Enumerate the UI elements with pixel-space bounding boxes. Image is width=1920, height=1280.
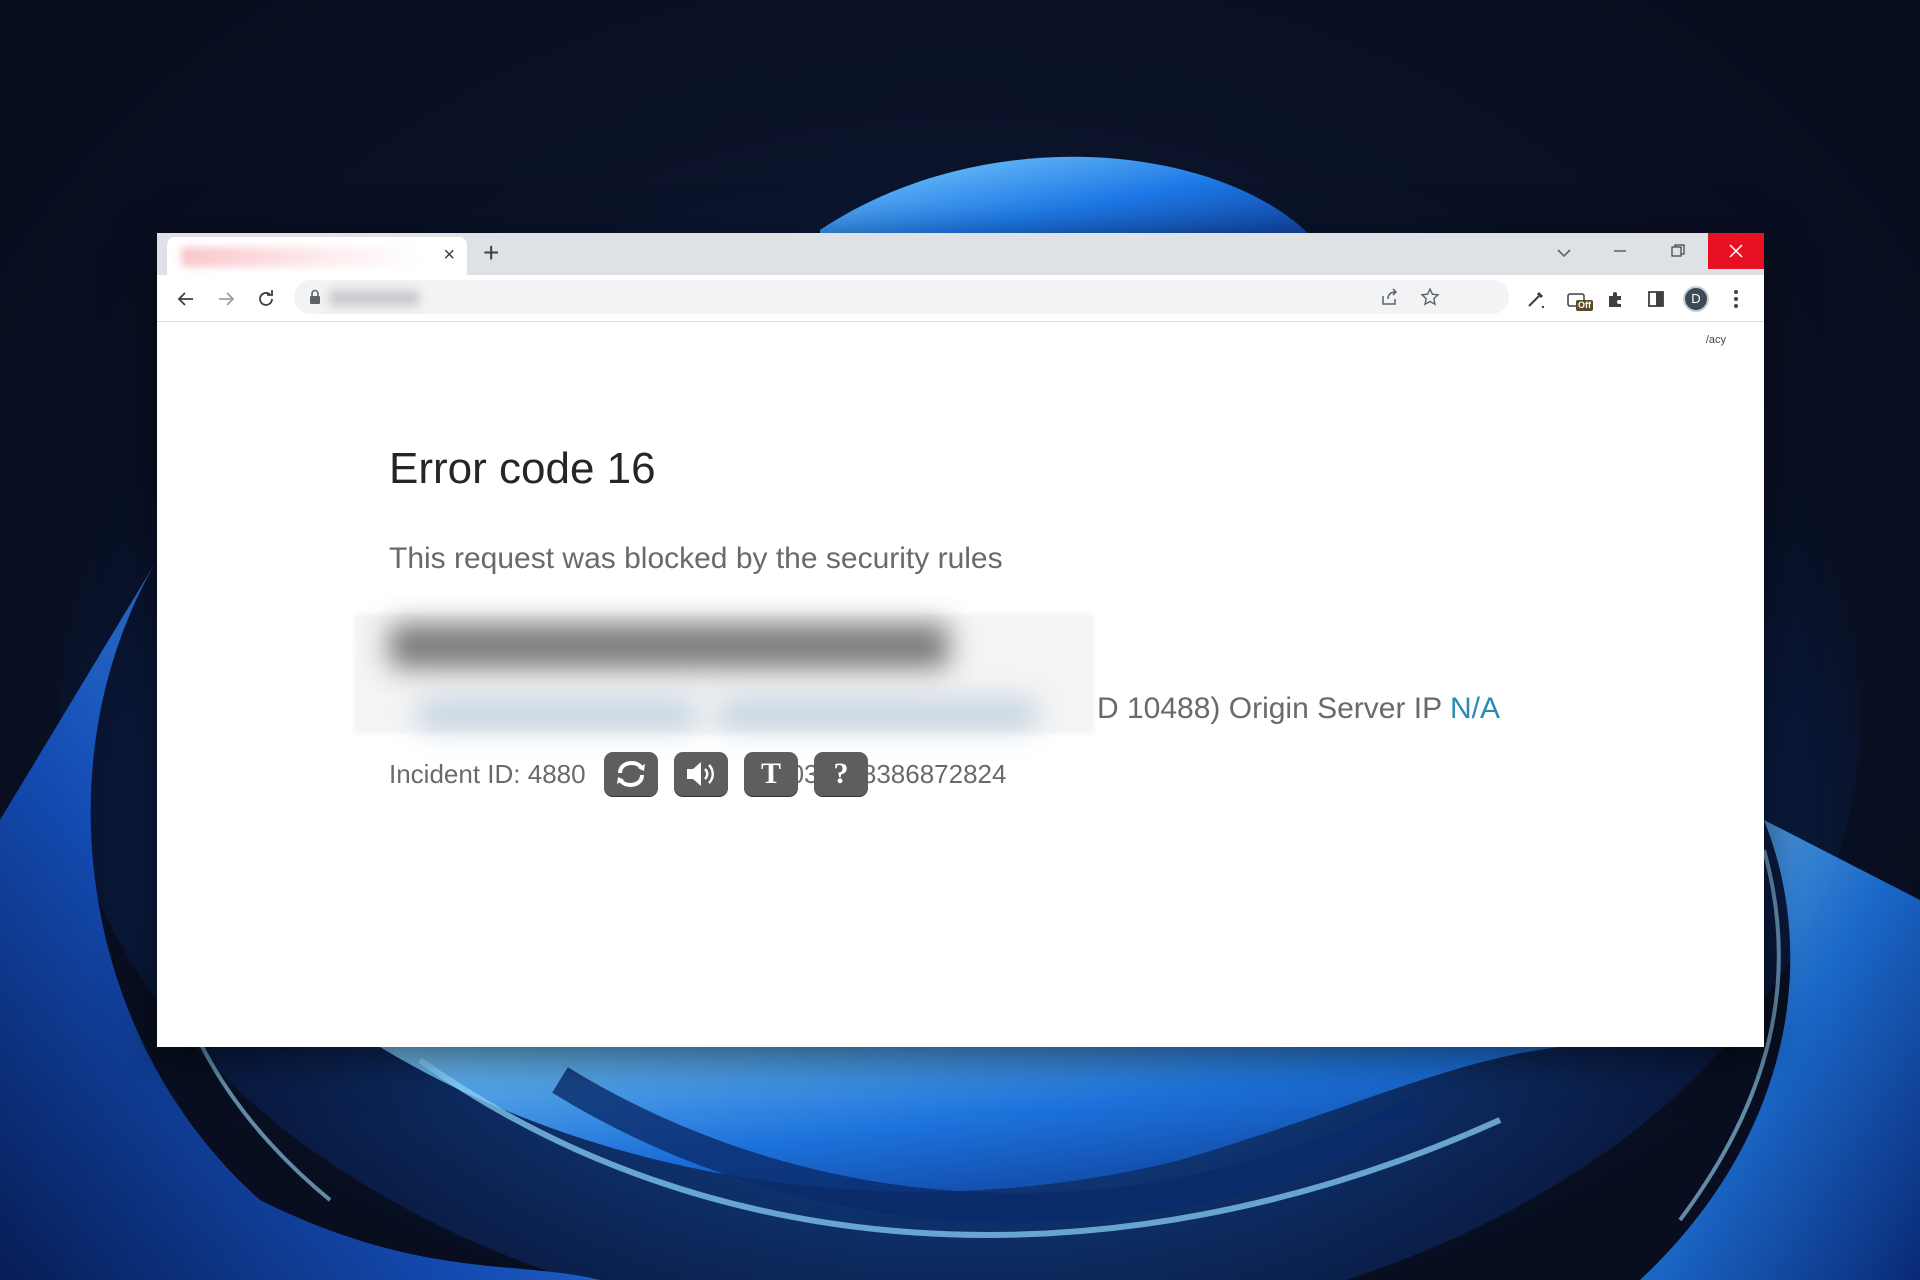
new-tab-button[interactable]: +	[483, 238, 499, 268]
eyedropper-icon[interactable]	[1523, 286, 1549, 312]
extension-off-icon[interactable]: Off	[1563, 286, 1593, 312]
back-button[interactable]	[173, 286, 199, 312]
forward-button[interactable]	[213, 286, 239, 312]
address-bar[interactable]	[294, 280, 1509, 314]
speaker-icon	[687, 762, 714, 786]
captcha-toolbar: T ?	[604, 752, 868, 796]
captcha-text-label: T	[760, 757, 781, 790]
minimize-button[interactable]	[1592, 233, 1648, 269]
extension-off-badge: Off	[1576, 300, 1593, 311]
error-subtitle: This request was blocked by the security…	[389, 542, 1003, 575]
tab-close-icon[interactable]: ×	[443, 245, 455, 265]
captcha-text-button[interactable]: T	[744, 752, 798, 796]
tab-title-redacted	[181, 247, 421, 267]
share-icon[interactable]	[1379, 286, 1401, 308]
tab-strip: × +	[157, 233, 1764, 275]
browser-toolbar: Off D	[157, 275, 1764, 322]
server-info-line: D 10488) Origin Server IP N/A	[1097, 692, 1500, 726]
redacted-timestamp	[389, 624, 949, 668]
captcha-audio-button[interactable]	[674, 752, 728, 796]
captcha-help-button[interactable]: ?	[814, 752, 868, 796]
refresh-icon	[617, 760, 645, 788]
captcha-refresh-button[interactable]	[604, 752, 658, 796]
error-title: Error code 16	[389, 444, 656, 493]
privacy-link[interactable]: /acy	[1706, 334, 1726, 346]
redacted-server-info	[417, 699, 697, 729]
page-content: /acy Error code 16 This request was bloc…	[157, 322, 1764, 1047]
server-info-text: D 10488) Origin Server IP	[1097, 692, 1450, 725]
bookmark-star-icon[interactable]	[1419, 286, 1441, 308]
close-window-button[interactable]	[1708, 233, 1764, 269]
restore-button[interactable]	[1650, 233, 1706, 269]
captcha-help-label: ?	[833, 757, 849, 790]
menu-kebab-icon[interactable]	[1723, 286, 1749, 312]
active-tab[interactable]: ×	[167, 237, 467, 275]
lock-icon[interactable]	[309, 289, 321, 305]
incident-id-prefix: Incident ID: 4880	[389, 759, 586, 789]
extensions-puzzle-icon[interactable]	[1603, 286, 1629, 312]
tab-search-icon[interactable]	[1552, 241, 1576, 265]
redacted-server-id	[717, 699, 1037, 729]
avatar-letter: D	[1683, 286, 1709, 312]
reload-button[interactable]	[253, 286, 279, 312]
side-panel-icon[interactable]	[1643, 286, 1669, 312]
profile-avatar[interactable]: D	[1683, 286, 1709, 312]
origin-ip-value[interactable]: N/A	[1450, 692, 1500, 725]
url-text-redacted	[329, 290, 419, 306]
browser-window: × + Off D /acy Error code 16 This reques…	[157, 233, 1764, 1047]
